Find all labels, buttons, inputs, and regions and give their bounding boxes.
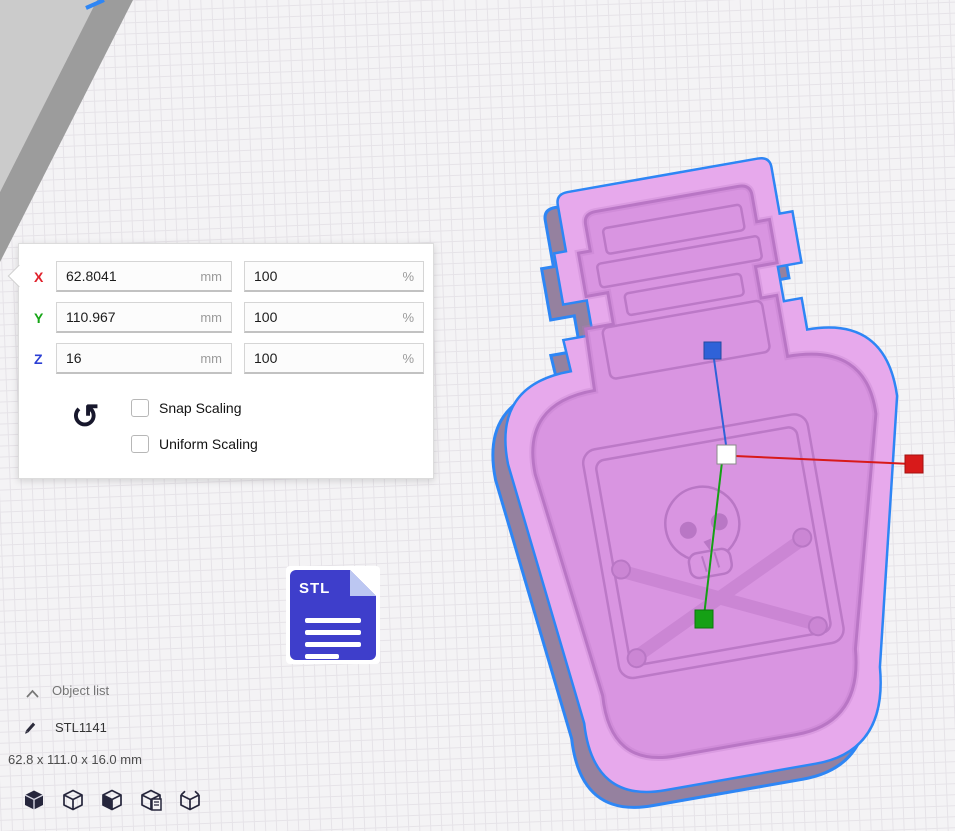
stl-file-label: STL <box>299 580 330 597</box>
uniform-scaling-row: Uniform Scaling <box>131 435 258 453</box>
y-size-unit: mm <box>200 310 222 325</box>
snap-scaling-label: Snap Scaling <box>159 400 242 416</box>
axis-label-z: Z <box>34 351 54 367</box>
x-size-unit: mm <box>200 269 222 284</box>
y-percent-input[interactable] <box>254 309 396 325</box>
cube-file-icon[interactable] <box>139 788 163 812</box>
z-size-field: mm <box>56 343 232 374</box>
y-percent-field: % <box>244 302 424 333</box>
model-poison-bottle-mold[interactable] <box>448 142 955 823</box>
viewport: X mm % Y mm % Z mm <box>0 0 955 831</box>
stl-text-line <box>305 630 361 635</box>
scale-tool-panel: X mm % Y mm % Z mm <box>18 243 434 479</box>
chevron-up-icon[interactable] <box>25 688 40 699</box>
y-size-input[interactable] <box>66 309 194 325</box>
z-size-input[interactable] <box>66 350 194 366</box>
x-percent-unit: % <box>402 269 414 284</box>
x-percent-input[interactable] <box>254 268 396 284</box>
scale-handle-z[interactable] <box>704 342 721 359</box>
pencil-icon <box>22 718 39 735</box>
z-size-unit: mm <box>200 351 222 366</box>
scale-row-y: Y mm % <box>34 302 424 333</box>
x-percent-field: % <box>244 261 424 292</box>
stl-document-shape: STL <box>290 570 376 660</box>
view-toolbar <box>22 788 202 812</box>
snap-scaling-checkbox[interactable] <box>131 399 149 417</box>
stl-text-line <box>305 618 361 623</box>
z-percent-unit: % <box>402 351 414 366</box>
cube-outline-icon[interactable] <box>61 788 85 812</box>
cube-open-icon[interactable] <box>178 788 202 812</box>
model-dimensions-text: 62.8 x 111.0 x 16.0 mm <box>8 752 142 767</box>
x-size-field: mm <box>56 261 232 292</box>
stl-text-line <box>305 642 361 647</box>
z-percent-field: % <box>244 343 424 374</box>
z-percent-input[interactable] <box>254 350 396 366</box>
y-size-field: mm <box>56 302 232 333</box>
stl-file-icon: STL <box>286 566 380 664</box>
object-list-header[interactable]: Object list <box>52 683 109 698</box>
object-list-item[interactable]: STL1141 <box>55 720 107 735</box>
uniform-scaling-checkbox[interactable] <box>131 435 149 453</box>
y-percent-unit: % <box>402 310 414 325</box>
scale-handle-x[interactable] <box>905 455 923 473</box>
cube-solid-icon[interactable] <box>22 788 46 812</box>
scale-row-x: X mm % <box>34 261 424 292</box>
scale-handle-center[interactable] <box>717 445 736 464</box>
reset-scale-button[interactable]: ↺ <box>71 400 100 434</box>
axis-label-x: X <box>34 269 54 285</box>
scale-handle-y[interactable] <box>695 610 713 628</box>
scale-row-z: Z mm % <box>34 343 424 374</box>
cube-stack-icon[interactable] <box>100 788 124 812</box>
snap-scaling-row: Snap Scaling <box>131 399 242 417</box>
axis-label-y: Y <box>34 310 54 326</box>
x-size-input[interactable] <box>66 268 194 284</box>
stl-fold-flap <box>350 570 376 596</box>
uniform-scaling-label: Uniform Scaling <box>159 436 258 452</box>
stl-text-line <box>305 654 339 659</box>
